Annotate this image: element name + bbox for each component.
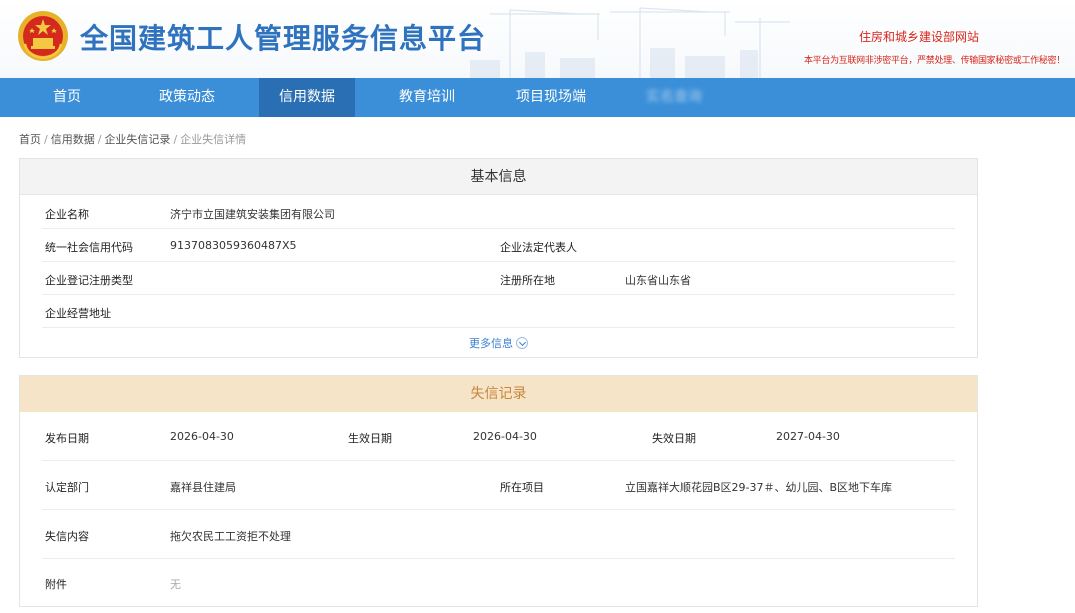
record-row: 发布日期 2026-04-30 生效日期 2026-04-30 失效日期 202… [42,412,955,461]
attachment-value[interactable]: 无 [170,576,181,592]
publish-date-label: 发布日期 [45,432,89,445]
credit-code-label: 统一社会信用代码 [45,241,133,254]
record-row: 失信内容 拖欠农民工工资拒不处理 [42,510,955,559]
credit-code-value: 9137083059360487X5 [170,239,297,252]
site-header: 全国建筑工人管理服务信息平台 住房和城乡建设部网站 本平台为互联网非涉密平台，严… [0,0,1075,78]
site-title[interactable]: 全国建筑工人管理服务信息平台 [80,17,486,57]
ministry-link[interactable]: 住房和城乡建设部网站 [859,28,979,45]
breadcrumb-current: 企业失信详情 [180,133,247,146]
nav-realname[interactable]: 实名查询 [630,78,718,117]
breadcrumb-dishonest-records[interactable]: 企业失信记录 [104,133,170,146]
expiry-date-label: 失效日期 [652,432,696,445]
breadcrumb: 首页 / 信用数据 / 企业失信记录 / 企业失信详情 [19,133,247,146]
breadcrumb-home[interactable]: 首页 [19,133,41,146]
info-row: 统一社会信用代码 9137083059360487X5 企业法定代表人 [42,229,955,262]
reg-location-label: 注册所在地 [500,274,555,287]
security-notice: 本平台为互联网非涉密平台，严禁处理、传输国家秘密或工作秘密！ [803,56,1065,66]
attachment-label: 附件 [45,578,67,591]
reg-type-label: 企业登记注册类型 [45,274,133,287]
effective-date-label: 生效日期 [348,432,392,445]
info-row: 企业经营地址 [42,295,955,328]
address-label: 企业经营地址 [45,307,111,320]
main-nav: 首页 政策动态 信用数据 教育培训 项目现场端 实名查询 [0,78,1075,117]
national-emblem-icon[interactable] [17,10,69,62]
nav-training[interactable]: 教育培训 [383,78,471,117]
content-label: 失信内容 [45,530,89,543]
basic-info-title: 基本信息 [20,159,977,195]
nav-project-site[interactable]: 项目现场端 [500,78,602,117]
construction-skyline-graphic [470,7,790,78]
nav-policy[interactable]: 政策动态 [143,78,231,117]
info-row: 企业登记注册类型 注册所在地 山东省山东省 [42,262,955,295]
department-value: 嘉祥县住建局 [170,481,236,494]
reg-location-value: 山东省山东省 [625,274,691,287]
content-value: 拖欠农民工工资拒不处理 [170,530,291,543]
company-name-label: 企业名称 [45,208,89,221]
publish-date-value: 2026-04-30 [170,430,234,443]
company-name-value: 济宁市立国建筑安装集团有限公司 [170,208,335,221]
more-info-button[interactable]: 更多信息 [20,335,977,351]
effective-date-value: 2026-04-30 [473,430,537,443]
project-label: 所在项目 [500,481,544,494]
credit-record-panel: 失信记录 发布日期 2026-04-30 生效日期 2026-04-30 失效日… [19,375,978,607]
project-value: 立国嘉祥大顺花园B区29-37＃、幼儿园、B区地下车库 [625,481,893,494]
record-row: 认定部门 嘉祥县住建局 所在项目 立国嘉祥大顺花园B区29-37＃、幼儿园、B区… [42,461,955,510]
nav-home[interactable]: 首页 [31,78,103,117]
legal-rep-label: 企业法定代表人 [500,241,577,254]
nav-credit-data[interactable]: 信用数据 [259,78,355,117]
info-row: 企业名称 济宁市立国建筑安装集团有限公司 [42,196,955,229]
expiry-date-value: 2027-04-30 [776,430,840,443]
record-row: 附件 无 [42,559,955,606]
more-info-label: 更多信息 [469,337,513,350]
credit-record-title: 失信记录 [20,376,977,412]
chevron-down-icon [516,337,528,349]
department-label: 认定部门 [45,481,89,494]
breadcrumb-credit-data[interactable]: 信用数据 [51,133,95,146]
basic-info-panel: 基本信息 企业名称 济宁市立国建筑安装集团有限公司 统一社会信用代码 91370… [19,158,978,358]
